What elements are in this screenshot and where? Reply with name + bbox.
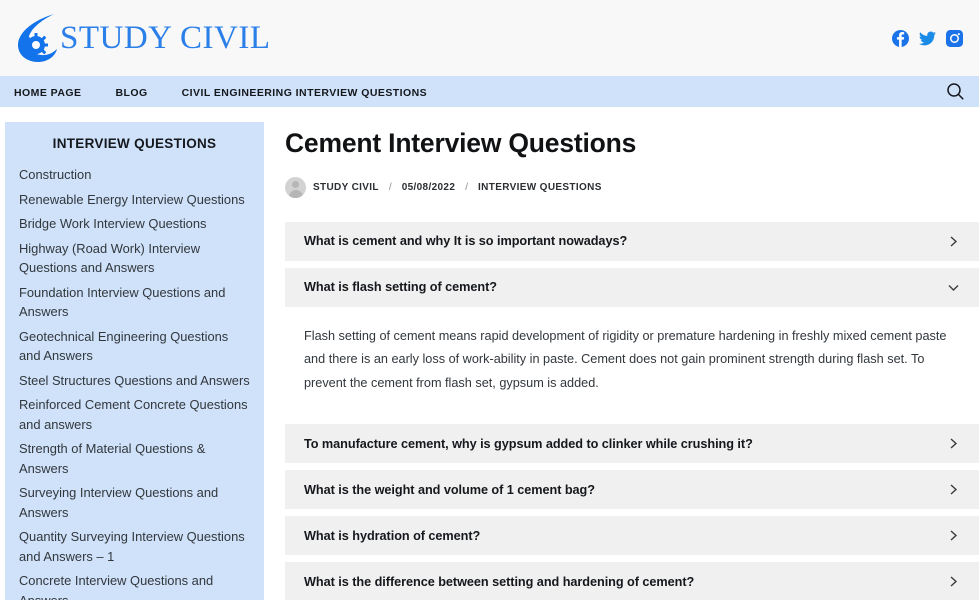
site-logo-link[interactable]: STUDY CIVIL [14,12,271,64]
sidebar-item-concrete[interactable]: Concrete Interview Questions and Answers [19,571,250,600]
sidebar-item-foundation[interactable]: Foundation Interview Questions and Answe… [19,283,250,322]
sidebar-link-geotechnical-engineering[interactable]: Geotechnical Engineering Questions and A… [19,327,250,366]
accordion-header[interactable]: What is cement and why It is so importan… [285,221,979,261]
sidebar-item-bridge-work[interactable]: Bridge Work Interview Questions [19,214,250,234]
chevron-right-icon[interactable] [946,528,961,543]
accordion-header[interactable]: What is hydration of cement? [285,516,979,556]
accordion-question: What is the weight and volume of 1 cemen… [304,482,595,497]
sidebar-link-quantity-surveying[interactable]: Quantity Surveying Interview Questions a… [19,527,250,566]
main-content: Cement Interview Questions STUDY CIVIL /… [264,122,979,600]
nav-item-blog[interactable]: BLOG [115,83,147,101]
post-author[interactable]: STUDY CIVIL [313,182,379,193]
twitter-icon[interactable] [919,30,936,47]
faq-accordion: What is cement and why It is so importan… [285,221,979,600]
nav-list: HOME PAGE BLOG CIVIL ENGINEERING INTERVI… [14,83,427,101]
widget-interview-questions: INTERVIEW QUESTIONS Construction Renewab… [19,136,250,600]
main-navigation: HOME PAGE BLOG CIVIL ENGINEERING INTERVI… [0,76,979,107]
post-meta: STUDY CIVIL / 05/08/2022 / INTERVIEW QUE… [285,176,979,198]
facebook-icon[interactable] [892,29,909,47]
nav-link-blog[interactable]: BLOG [115,87,147,99]
meta-separator-1: / [388,181,392,193]
meta-separator-2: / [465,181,469,193]
accordion-answer: Flash setting of cement means rapid deve… [304,328,947,390]
sidebar-link-reinforced-cement-concrete[interactable]: Reinforced Cement Concrete Questions and… [19,395,250,434]
accordion-item: What is cement and why It is so importan… [285,221,979,261]
accordion-item: What is flash setting of cement? Flash s… [285,267,979,418]
sidebar-link-strength-of-material[interactable]: Strength of Material Questions & Answers [19,439,250,478]
accordion-item: To manufacture cement, why is gypsum add… [285,424,979,464]
sidebar-link-foundation[interactable]: Foundation Interview Questions and Answe… [19,283,250,322]
nav-link-home-page[interactable]: HOME PAGE [14,87,81,99]
sidebar-link-bridge-work[interactable]: Bridge Work Interview Questions [19,214,250,234]
accordion-panel: Flash setting of cement means rapid deve… [285,306,979,418]
water-drop-gear-logo-icon [14,12,62,64]
sidebar-item-surveying[interactable]: Surveying Interview Questions and Answer… [19,483,250,522]
sidebar-item-geotechnical-engineering[interactable]: Geotechnical Engineering Questions and A… [19,327,250,366]
search-icon[interactable] [946,82,965,101]
accordion-question: What is the difference between setting a… [304,574,695,589]
sidebar-item-highway-road-work[interactable]: Highway (Road Work) Interview Questions … [19,239,250,278]
accordion-header[interactable]: What is the difference between setting a… [285,562,979,600]
site-header: STUDY CIVIL [0,0,979,76]
accordion-item: What is the weight and volume of 1 cemen… [285,470,979,510]
post-date: 05/08/2022 [401,181,456,193]
sidebar-link-concrete[interactable]: Concrete Interview Questions and Answers [19,571,250,600]
accordion-question: What is hydration of cement? [304,528,481,543]
accordion-item: What is hydration of cement? [285,516,979,556]
sidebar-list-interview-questions: Construction Renewable Energy Interview … [19,165,250,600]
sidebar-link-construction[interactable]: Construction [19,165,250,185]
accordion-question: What is cement and why It is so importan… [304,234,628,249]
nav-link-civil-engineering-interview-questions[interactable]: CIVIL ENGINEERING INTERVIEW QUESTIONS [182,87,428,99]
widget-title-interview-questions: INTERVIEW QUESTIONS [52,136,217,151]
chevron-right-icon[interactable] [946,234,961,249]
chevron-right-icon[interactable] [946,482,961,497]
accordion-header[interactable]: What is the weight and volume of 1 cemen… [285,470,979,510]
chevron-down-icon[interactable] [946,280,961,295]
sidebar-link-renewable-energy[interactable]: Renewable Energy Interview Questions [19,190,250,210]
sidebar-item-quantity-surveying[interactable]: Quantity Surveying Interview Questions a… [19,527,250,566]
chevron-right-icon[interactable] [946,436,961,451]
post-category[interactable]: INTERVIEW QUESTIONS [478,182,602,193]
sidebar-item-construction[interactable]: Construction [19,165,250,185]
accordion-header[interactable]: What is flash setting of cement? [285,267,979,307]
accordion-item: What is the difference between setting a… [285,562,979,600]
avatar [285,176,306,198]
social-links [892,29,963,47]
brand-name: STUDY CIVIL [60,19,271,56]
page-title: Cement Interview Questions [285,128,637,158]
page-body: INTERVIEW QUESTIONS Construction Renewab… [0,107,979,600]
nav-item-home-page[interactable]: HOME PAGE [14,83,81,101]
sidebar-link-surveying[interactable]: Surveying Interview Questions and Answer… [19,483,250,522]
sidebar-item-renewable-energy[interactable]: Renewable Energy Interview Questions [19,190,250,210]
sidebar-link-highway-road-work[interactable]: Highway (Road Work) Interview Questions … [19,239,250,278]
accordion-header[interactable]: To manufacture cement, why is gypsum add… [285,424,979,464]
sidebar-item-steel-structures[interactable]: Steel Structures Questions and Answers [19,371,250,391]
sidebar-item-strength-of-material[interactable]: Strength of Material Questions & Answers [19,439,250,478]
chevron-right-icon[interactable] [946,574,961,589]
accordion-question: What is flash setting of cement? [304,280,497,295]
nav-item-civil-engineering-interview-questions[interactable]: CIVIL ENGINEERING INTERVIEW QUESTIONS [182,83,428,101]
sidebar: INTERVIEW QUESTIONS Construction Renewab… [5,122,264,600]
sidebar-link-steel-structures[interactable]: Steel Structures Questions and Answers [19,371,250,391]
sidebar-item-reinforced-cement-concrete[interactable]: Reinforced Cement Concrete Questions and… [19,395,250,434]
accordion-question: To manufacture cement, why is gypsum add… [304,436,753,451]
instagram-icon[interactable] [946,29,963,47]
